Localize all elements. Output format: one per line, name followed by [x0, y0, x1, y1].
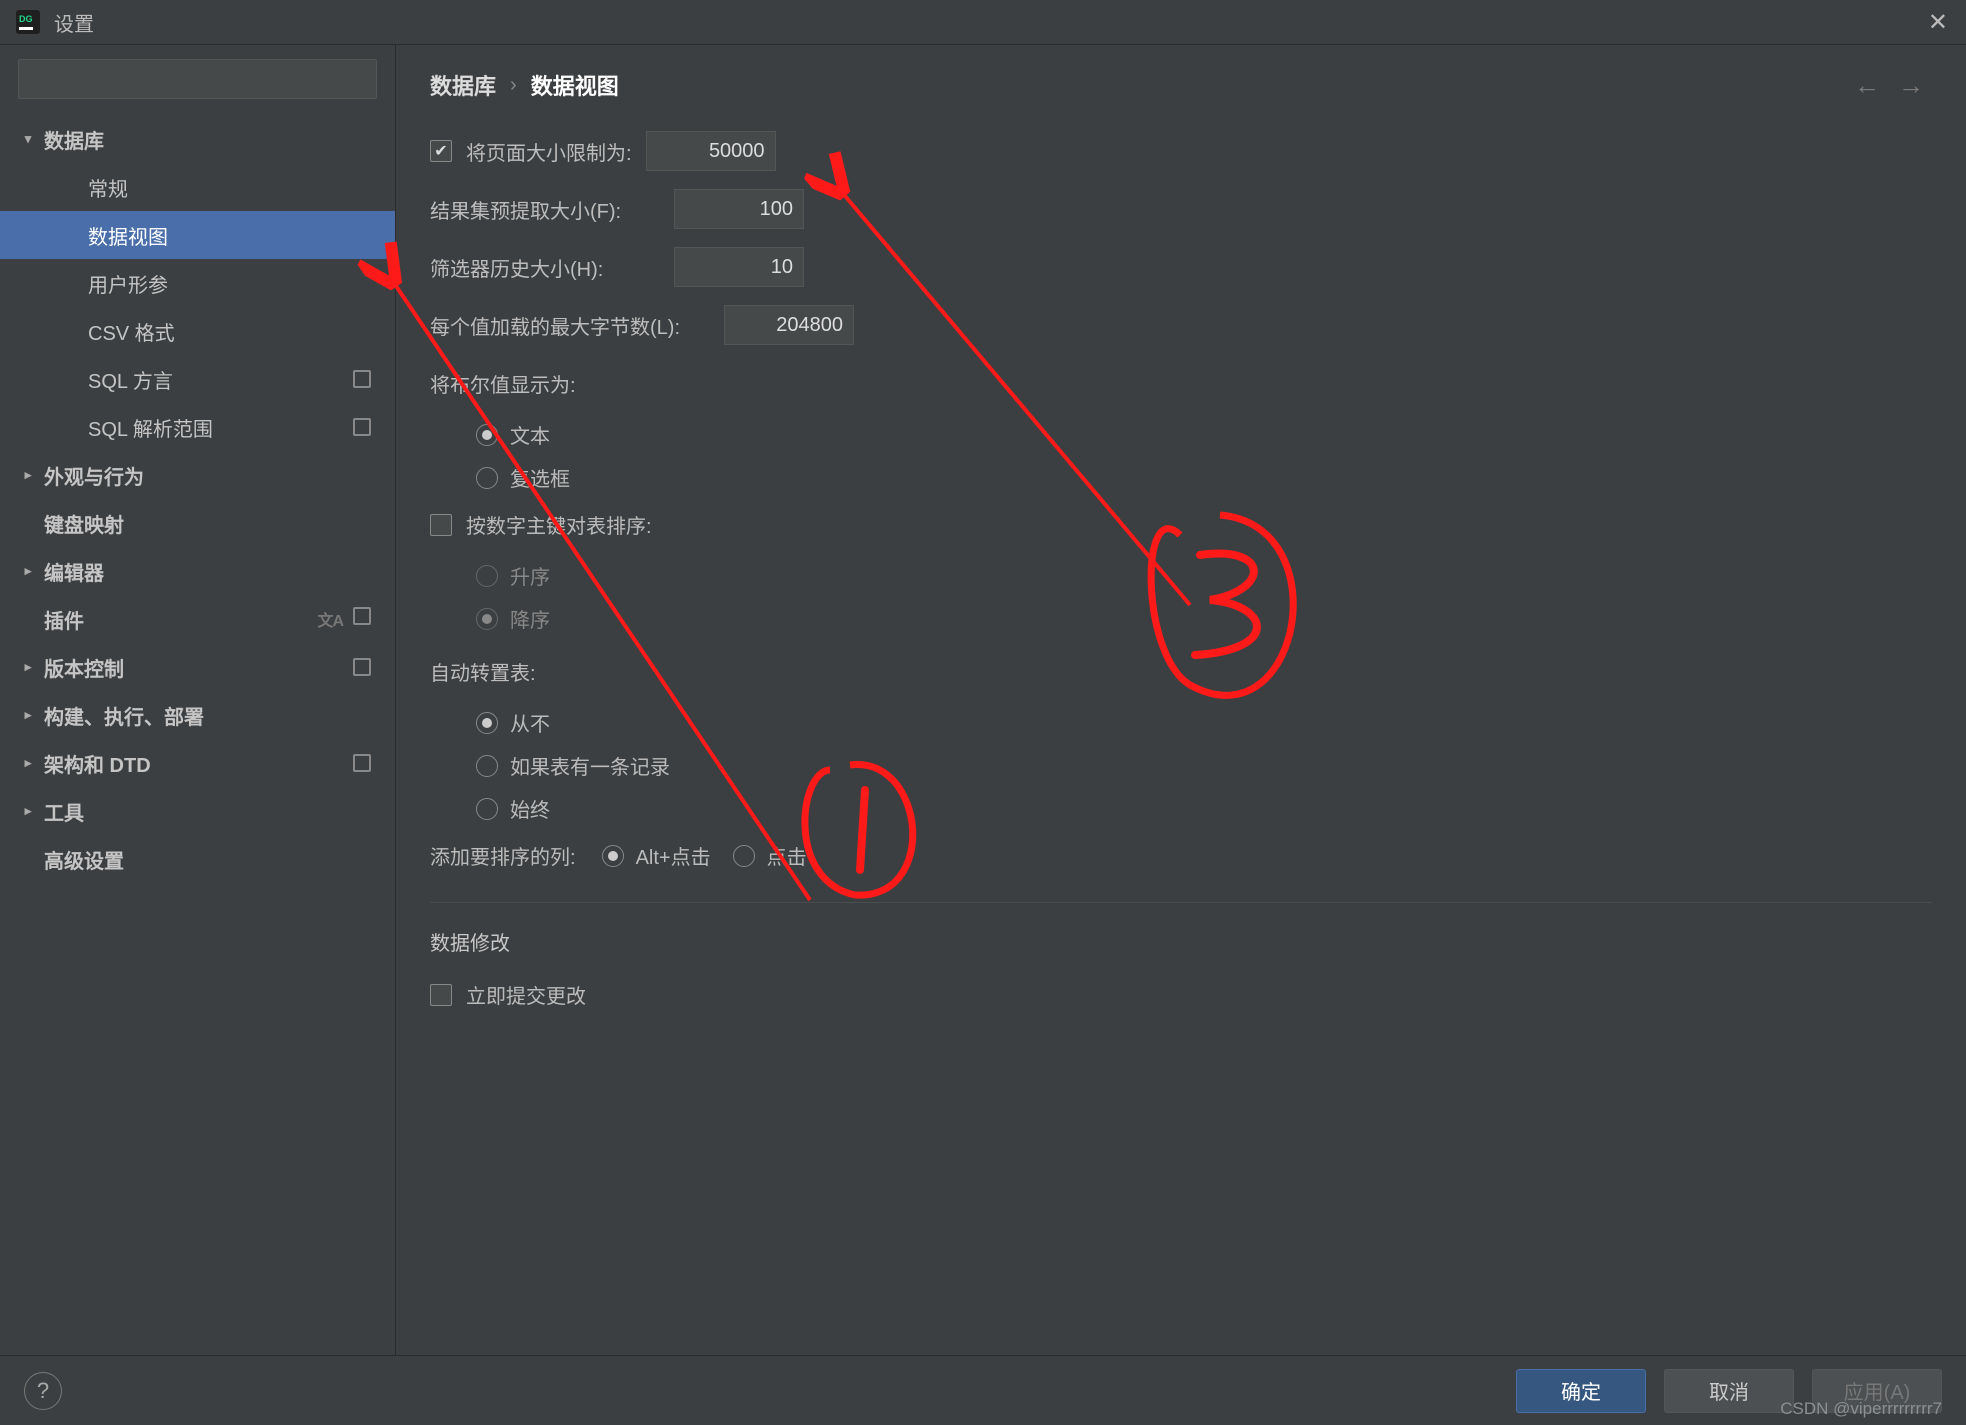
content-panel: 数据库 › 数据视图 ← → 将页面大小限制为: 结果集预提取大小(F): 筛选…	[396, 45, 1966, 1355]
ok-button[interactable]: 确定	[1516, 1369, 1646, 1413]
sidebar-item-label: CSV 格式	[88, 317, 381, 346]
back-icon[interactable]: ←	[1854, 70, 1880, 101]
sidebar-item-label: 编辑器	[44, 557, 381, 586]
sidebar-item-label: 数据库	[44, 125, 381, 154]
transpose-always-radio[interactable]: 始终	[476, 794, 1932, 823]
sidebar: Q▾ 数据库 常规 数据视图 用户形参 CSV 格式 SQL 方言 SQL 解析…	[0, 45, 396, 1355]
radio-label: 复选框	[510, 463, 570, 492]
prefetch-label: 结果集预提取大小(F):	[430, 195, 660, 224]
help-button[interactable]: ?	[24, 1372, 62, 1410]
sidebar-item-label: 常规	[88, 173, 381, 202]
sidebar-item-label: 高级设置	[44, 845, 381, 874]
immediate-commit-label: 立即提交更改	[466, 980, 586, 1009]
pk-sort-label: 按数字主键对表排序:	[466, 510, 652, 539]
sidebar-item-label: SQL 方言	[88, 365, 353, 394]
radio-label: 始终	[510, 794, 550, 823]
titlebar: DG 设置 ✕	[0, 0, 1966, 45]
sidebar-item-label: 版本控制	[44, 653, 353, 682]
transpose-one-row-radio[interactable]: 如果表有一条记录	[476, 751, 1932, 780]
sidebar-item-label: 外观与行为	[44, 461, 381, 490]
project-level-icon	[353, 418, 371, 436]
max-bytes-input[interactable]	[724, 305, 854, 345]
sidebar-item-general[interactable]: 常规	[0, 163, 395, 211]
translate-icon: 文A	[317, 607, 343, 631]
sidebar-item-sql-dialect[interactable]: SQL 方言	[0, 355, 395, 403]
project-level-icon	[353, 607, 371, 625]
pk-sort-asc-radio: 升序	[476, 561, 1932, 590]
transpose-label: 自动转置表:	[430, 657, 1932, 686]
add-sort-col-label: 添加要排序的列:	[430, 841, 576, 870]
sidebar-item-keymap[interactable]: 键盘映射	[0, 499, 395, 547]
sidebar-item-plugins[interactable]: 插件文A	[0, 595, 395, 643]
apply-button[interactable]: 应用(A)	[1812, 1369, 1942, 1413]
radio-label: 如果表有一条记录	[510, 751, 670, 780]
sidebar-item-label: 键盘映射	[44, 509, 381, 538]
sidebar-item-user-params[interactable]: 用户形参	[0, 259, 395, 307]
prefetch-input[interactable]	[674, 189, 804, 229]
dialog-buttons: ? 确定 取消 应用(A)	[0, 1355, 1966, 1425]
sidebar-item-label: 插件	[44, 605, 317, 634]
transpose-never-radio[interactable]: 从不	[476, 708, 1932, 737]
sidebar-item-label: 用户形参	[88, 269, 381, 298]
add-sort-alt-click-radio[interactable]: Alt+点击	[602, 841, 711, 870]
limit-page-size-label: 将页面大小限制为:	[466, 137, 632, 166]
sidebar-item-tools[interactable]: 工具	[0, 787, 395, 835]
radio-label: 文本	[510, 420, 550, 449]
radio-label: Alt+点击	[636, 841, 711, 870]
max-bytes-label: 每个值加载的最大字节数(L):	[430, 311, 710, 340]
sidebar-item-vcs[interactable]: 版本控制	[0, 643, 395, 691]
svg-text:DG: DG	[19, 14, 33, 24]
sidebar-item-label: 架构和 DTD	[44, 749, 353, 778]
radio-label: 升序	[510, 561, 550, 590]
immediate-commit-checkbox[interactable]	[430, 984, 452, 1006]
sidebar-item-database[interactable]: 数据库	[0, 115, 395, 163]
breadcrumb: 数据库 › 数据视图 ← →	[396, 45, 1966, 111]
sidebar-item-sql-resolution[interactable]: SQL 解析范围	[0, 403, 395, 451]
sidebar-item-label: 构建、执行、部署	[44, 701, 381, 730]
project-level-icon	[353, 370, 371, 388]
sidebar-item-dtd[interactable]: 架构和 DTD	[0, 739, 395, 787]
filter-history-label: 筛选器历史大小(H):	[430, 253, 660, 282]
add-sort-click-radio[interactable]: 点击	[733, 841, 807, 870]
cancel-button[interactable]: 取消	[1664, 1369, 1794, 1413]
radio-label: 降序	[510, 604, 550, 633]
project-level-icon	[353, 754, 371, 772]
crumb-current: 数据视图	[531, 69, 619, 101]
sidebar-item-advanced[interactable]: 高级设置	[0, 835, 395, 883]
sidebar-item-editor[interactable]: 编辑器	[0, 547, 395, 595]
sidebar-item-label: 工具	[44, 797, 381, 826]
filter-history-input[interactable]	[674, 247, 804, 287]
settings-tree: 数据库 常规 数据视图 用户形参 CSV 格式 SQL 方言 SQL 解析范围 …	[0, 109, 395, 1355]
sidebar-item-label: SQL 解析范围	[88, 413, 353, 442]
sidebar-item-appearance[interactable]: 外观与行为	[0, 451, 395, 499]
limit-page-size-input[interactable]	[646, 131, 776, 171]
close-icon[interactable]: ✕	[1924, 8, 1952, 37]
section-divider	[430, 902, 1932, 903]
pk-sort-checkbox[interactable]	[430, 514, 452, 536]
chevron-right-icon: ›	[510, 74, 517, 97]
search-input[interactable]	[18, 59, 377, 99]
project-level-icon	[353, 658, 371, 676]
sidebar-item-label: 数据视图	[88, 221, 381, 250]
limit-page-size-checkbox[interactable]	[430, 140, 452, 162]
crumb-root[interactable]: 数据库	[430, 69, 496, 101]
radio-label: 点击	[767, 841, 807, 870]
sidebar-item-csv-format[interactable]: CSV 格式	[0, 307, 395, 355]
app-icon: DG	[14, 8, 42, 36]
bool-display-label: 将布尔值显示为:	[430, 369, 1932, 398]
radio-label: 从不	[510, 708, 550, 737]
window-title: 设置	[54, 8, 94, 37]
forward-icon[interactable]: →	[1898, 70, 1924, 101]
bool-display-text-radio[interactable]: 文本	[476, 420, 1932, 449]
data-modify-title: 数据修改	[430, 927, 1932, 956]
sidebar-item-build[interactable]: 构建、执行、部署	[0, 691, 395, 739]
pk-sort-desc-radio: 降序	[476, 604, 1932, 633]
sidebar-item-data-view[interactable]: 数据视图	[0, 211, 395, 259]
bool-display-checkbox-radio[interactable]: 复选框	[476, 463, 1932, 492]
